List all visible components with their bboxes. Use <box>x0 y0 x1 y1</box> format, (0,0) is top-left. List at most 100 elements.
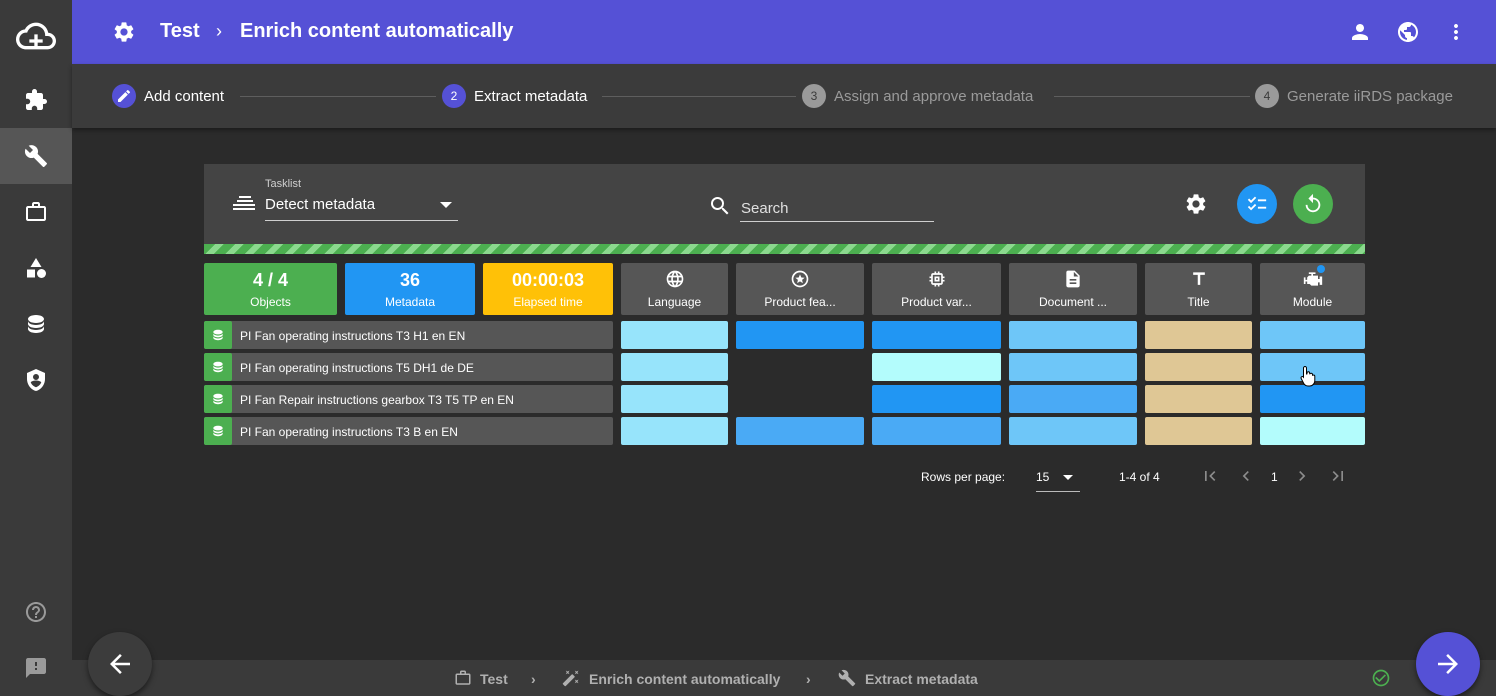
table-row[interactable]: PI Fan Repair instructions gearbox T3 T5… <box>204 385 613 413</box>
rows-per-page-label: Rows per page: <box>921 470 1006 484</box>
column-label: Language <box>647 295 702 309</box>
prev-page-icon[interactable] <box>1236 466 1256 486</box>
metadata-cell[interactable] <box>1145 353 1252 381</box>
column-label: Product var... <box>901 295 972 309</box>
row-name: PI Fan operating instructions T5 DH1 de … <box>240 361 474 375</box>
table-row[interactable]: PI Fan operating instructions T3 H1 en E… <box>204 321 613 349</box>
metadata-cell[interactable] <box>621 385 728 413</box>
tasklist-select[interactable]: Detect metadata <box>265 196 375 213</box>
chevron-down-icon[interactable] <box>440 202 452 208</box>
tasklist-label: Tasklist <box>265 178 302 190</box>
database-icon[interactable] <box>0 296 72 352</box>
tasklist-underline <box>265 220 458 221</box>
metadata-cell[interactable] <box>1145 321 1252 349</box>
briefcase-icon <box>454 669 472 687</box>
checklist-button[interactable] <box>1237 184 1277 224</box>
progress-stripe <box>204 244 1365 254</box>
metadata-cell[interactable] <box>1145 385 1252 413</box>
footer-crumb-page[interactable]: Enrich content automatically <box>589 671 780 687</box>
elapsed-label: Elapsed time <box>513 295 583 309</box>
wrench-icon[interactable] <box>0 128 72 184</box>
row-name: PI Fan operating instructions T3 B en EN <box>240 425 458 439</box>
column-document-type[interactable]: Document ... <box>1009 263 1137 315</box>
chip-icon <box>927 269 947 289</box>
star-circle-icon <box>790 269 810 289</box>
search-icon <box>708 194 732 218</box>
notification-dot <box>1317 265 1325 273</box>
shield-icon[interactable] <box>0 352 72 408</box>
briefcase-icon[interactable] <box>0 184 72 240</box>
restart-button[interactable] <box>1293 184 1333 224</box>
table-row[interactable]: PI Fan operating instructions T5 DH1 de … <box>204 353 613 381</box>
metadata-cell[interactable] <box>1009 417 1137 445</box>
column-language[interactable]: Language <box>621 263 728 315</box>
step-assign-metadata[interactable]: 3 Assign and approve metadata <box>802 84 1033 108</box>
top-bar: Test › Enrich content automatically <box>72 0 1496 64</box>
footer-breadcrumb: Test › Enrich content automatically › Ex… <box>72 660 1496 696</box>
chevron-right-icon: › <box>806 671 811 687</box>
puzzle-icon[interactable] <box>0 72 72 128</box>
metadata-cell[interactable] <box>1009 385 1137 413</box>
cloud-add-icon[interactable] <box>0 8 72 64</box>
metadata-cell[interactable] <box>872 417 1001 445</box>
shapes-icon[interactable] <box>0 240 72 296</box>
metadata-cell[interactable] <box>736 417 864 445</box>
metadata-cell[interactable] <box>1260 385 1365 413</box>
metadata-cell[interactable] <box>621 417 728 445</box>
metadata-cell[interactable] <box>621 353 728 381</box>
metadata-cell[interactable] <box>1009 321 1137 349</box>
column-label: Title <box>1187 295 1210 309</box>
check-circle-icon <box>1371 668 1391 688</box>
row-name: PI Fan operating instructions T3 H1 en E… <box>240 329 466 343</box>
objects-tile: 4 / 4 Objects <box>204 263 337 315</box>
last-page-icon[interactable] <box>1328 466 1348 486</box>
database-icon <box>204 321 232 349</box>
footer-crumb-project[interactable]: Test <box>480 671 508 687</box>
step-label: Generate iiRDS package <box>1287 87 1453 105</box>
account-icon[interactable] <box>1348 20 1372 44</box>
column-module[interactable]: Module <box>1260 263 1365 315</box>
next-page-icon[interactable] <box>1292 466 1312 486</box>
gear-icon[interactable] <box>1184 192 1208 216</box>
metadata-cell[interactable] <box>1145 417 1252 445</box>
search-input[interactable] <box>740 196 934 222</box>
step-generate-package[interactable]: 4 Generate iiRDS package <box>1255 84 1453 108</box>
column-product-variant[interactable]: Product var... <box>872 263 1001 315</box>
rows-per-page-select[interactable]: 15 <box>1036 470 1049 484</box>
globe-icon[interactable] <box>1396 20 1420 44</box>
column-product-feature[interactable]: Product fea... <box>736 263 864 315</box>
metadata-tile: 36 Metadata <box>345 263 475 315</box>
settings-gear-icon[interactable] <box>112 20 136 44</box>
wrench-icon <box>838 669 856 687</box>
row-name: PI Fan Repair instructions gearbox T3 T5… <box>240 393 514 407</box>
column-label: Document ... <box>1038 295 1108 309</box>
metadata-cell[interactable] <box>1260 417 1365 445</box>
help-icon[interactable] <box>0 584 72 640</box>
metadata-cell[interactable] <box>872 321 1001 349</box>
metadata-cell[interactable] <box>1009 353 1137 381</box>
database-icon <box>204 353 232 381</box>
next-button[interactable] <box>1416 632 1480 696</box>
page-title: Enrich content automatically <box>240 20 514 42</box>
metadata-cell[interactable] <box>736 321 864 349</box>
tasklist-icon <box>233 194 255 214</box>
back-button[interactable] <box>88 632 152 696</box>
step-add-content[interactable]: Add content <box>112 84 224 108</box>
chevron-down-icon[interactable] <box>1063 475 1073 480</box>
column-title[interactable]: Title <box>1145 263 1252 315</box>
task-card: Tasklist Detect metadata <box>204 164 1365 254</box>
feedback-icon[interactable] <box>0 640 72 696</box>
stepper: Add content 2 Extract metadata 3 Assign … <box>72 64 1496 128</box>
first-page-icon[interactable] <box>1200 466 1220 486</box>
table-row[interactable]: PI Fan operating instructions T3 B en EN <box>204 417 613 445</box>
column-label: Module <box>1292 295 1333 309</box>
metadata-cell[interactable] <box>872 385 1001 413</box>
more-vert-icon[interactable] <box>1444 20 1468 44</box>
project-breadcrumb[interactable]: Test <box>160 20 200 43</box>
document-icon <box>1063 269 1083 289</box>
step-connector <box>240 96 436 97</box>
metadata-cell[interactable] <box>1260 321 1365 349</box>
metadata-cell[interactable] <box>621 321 728 349</box>
metadata-cell[interactable] <box>872 353 1001 381</box>
step-extract-metadata[interactable]: 2 Extract metadata <box>442 84 587 108</box>
